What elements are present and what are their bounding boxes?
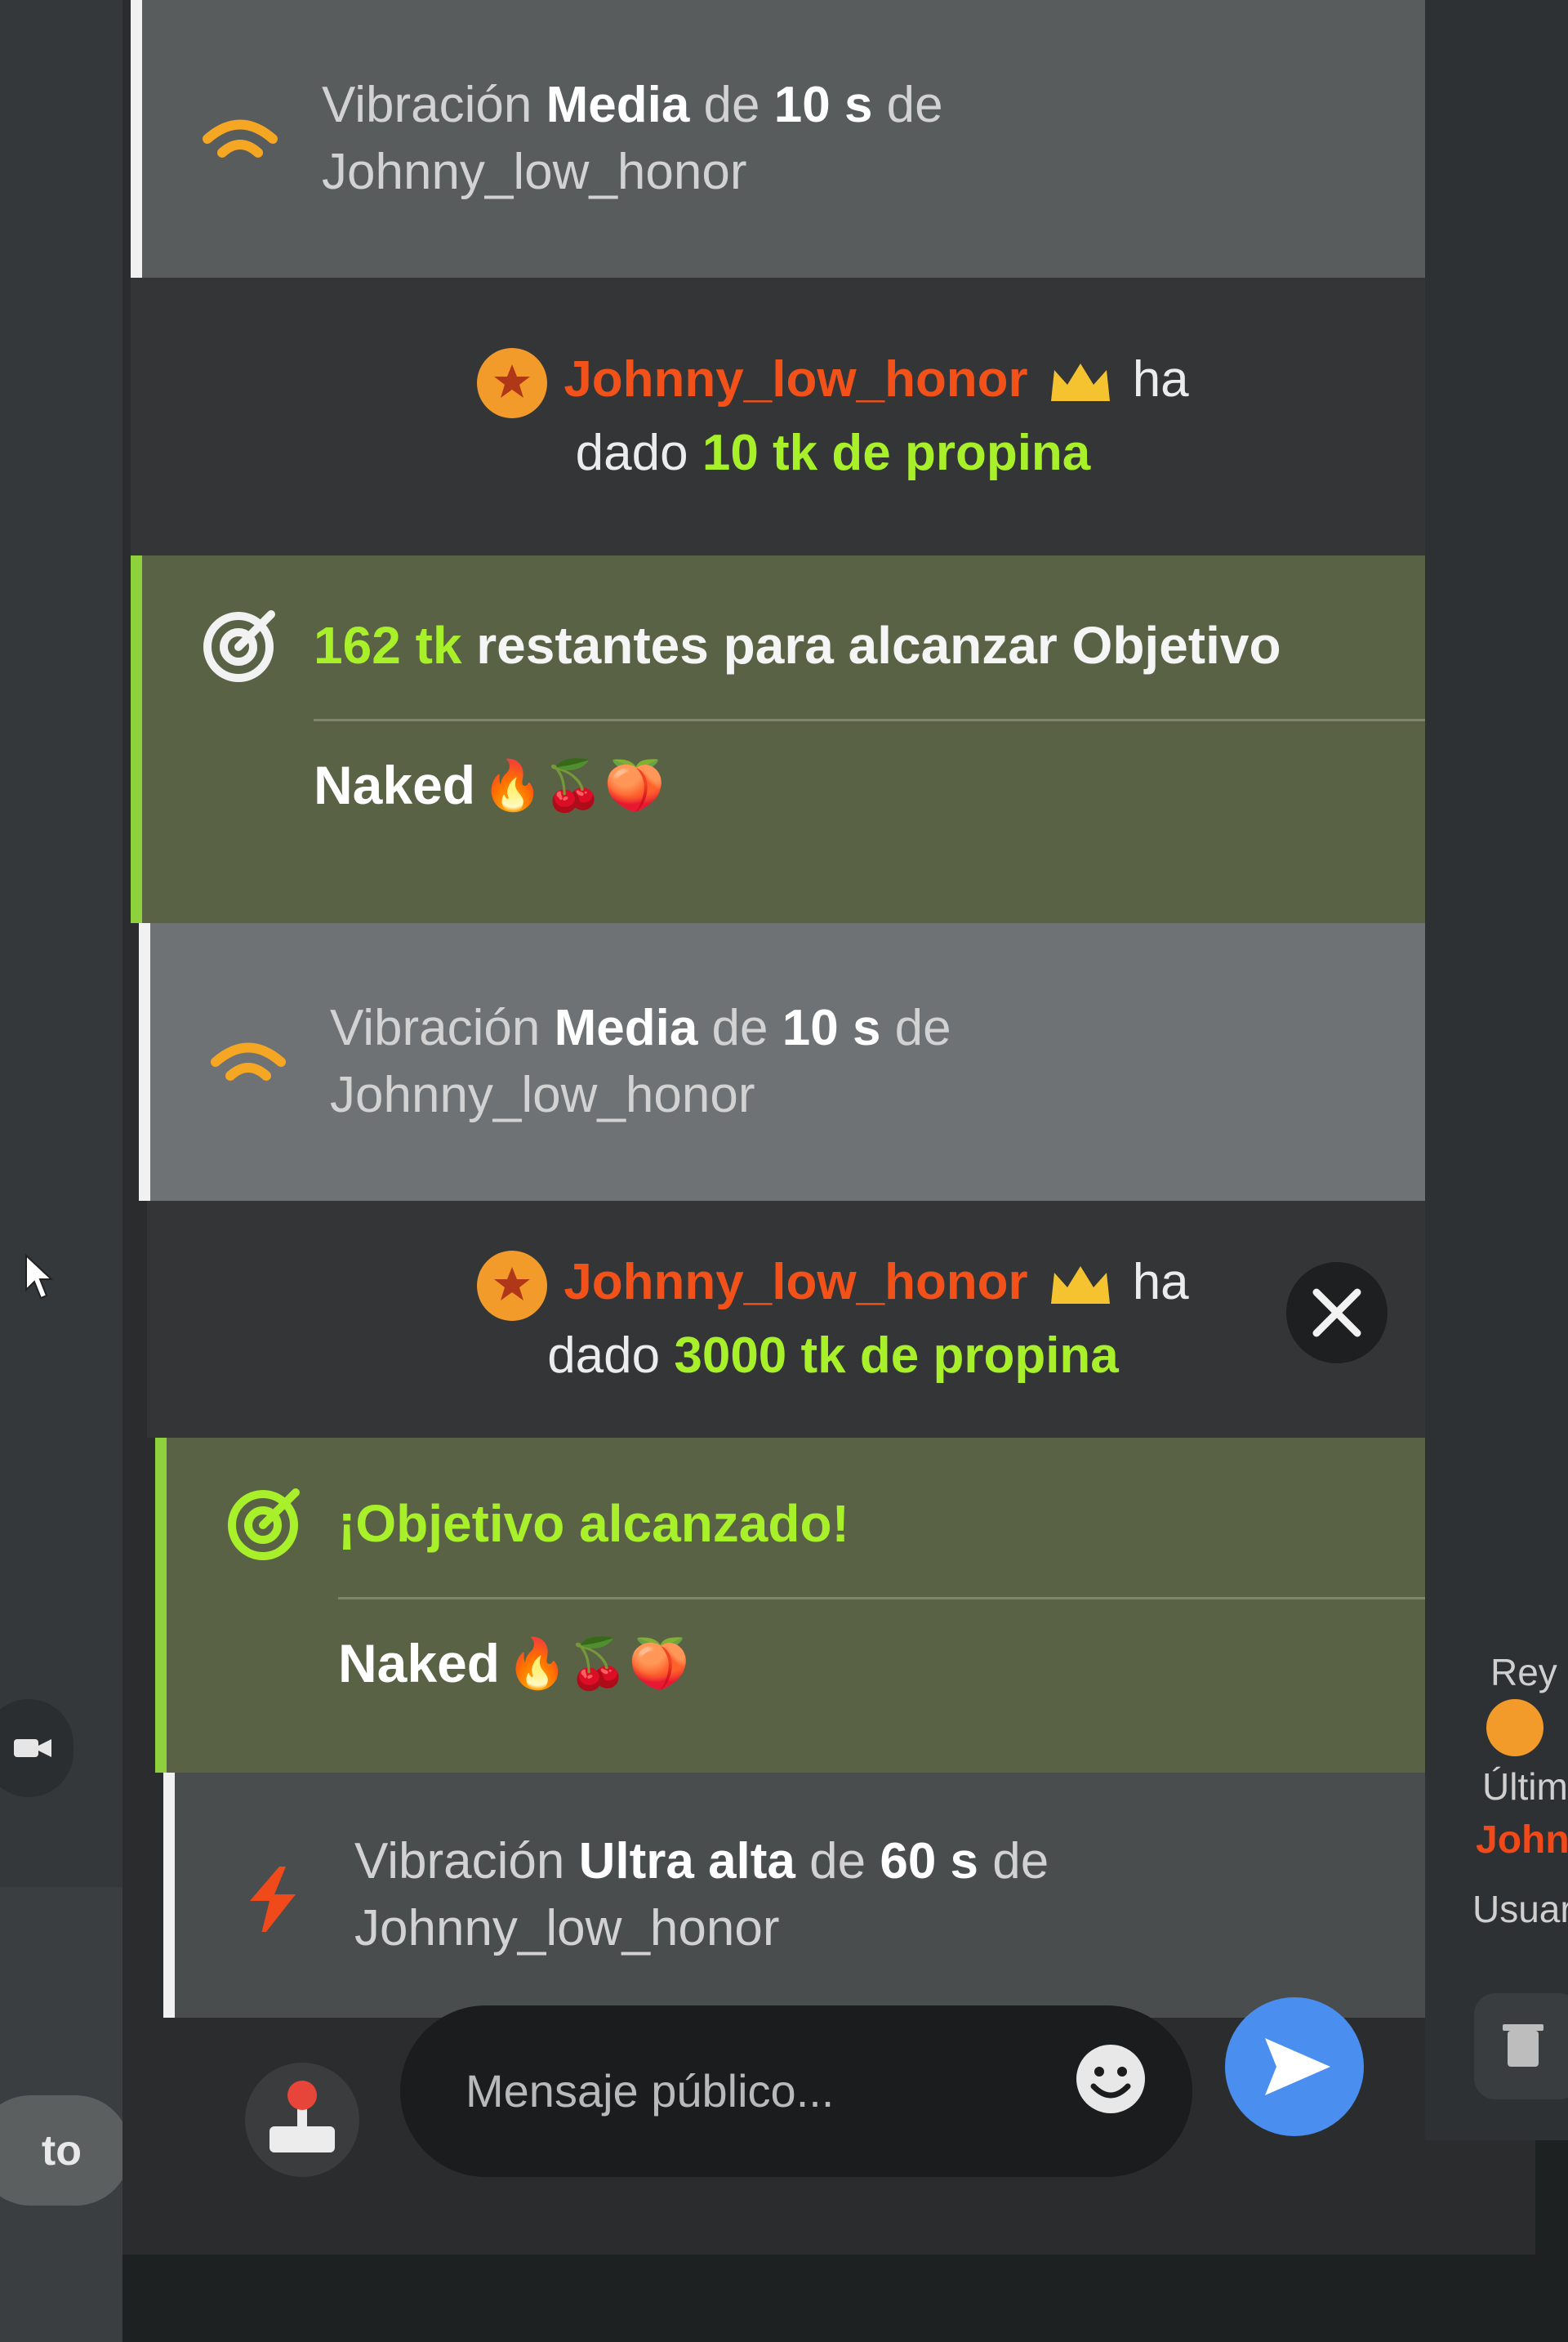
chat-message-vibration: Vibración Media de 10 s de Johnny_low_ho… (131, 0, 1535, 278)
crown-icon (1050, 363, 1110, 401)
video-camera-icon (14, 1739, 51, 1757)
users-label: Usuar (1472, 1888, 1568, 1930)
message-placeholder: Mensaje público... (466, 2065, 835, 2117)
goal-emojis: 🔥🍒🍑 (506, 1635, 690, 1691)
left-video-column (0, 0, 127, 1887)
tip-username[interactable]: Johnny_low_honor (564, 1254, 1027, 1310)
tip-amount: 10 tk de propina (702, 424, 1091, 481)
chat-message-tip: Johnny_low_honor ha dado 10 tk de propina (131, 278, 1535, 555)
vibration-user[interactable]: Johnny_low_honor (330, 1067, 755, 1123)
goal-reached-text: ¡Objetivo alcanzado! (338, 1494, 849, 1553)
crown-icon (1050, 1265, 1110, 1304)
send-button[interactable] (1225, 1997, 1364, 2136)
left-pill-label: to (41, 2126, 82, 2175)
tip-text: Johnny_low_honor ha dado 3000 tk de propi… (477, 1247, 1189, 1391)
chat-message-goal-reached: ¡Objetivo alcanzado! Naked 🔥🍒🍑 (155, 1438, 1511, 1773)
vibration-medium-icon (203, 119, 278, 158)
goal-name: Naked 🔥🍒🍑 (338, 1633, 690, 1693)
goal-emojis: 🔥🍒🍑 (482, 757, 666, 813)
trash-button[interactable] (1474, 1993, 1568, 2099)
vibration-text: Vibración Media de 10 s de Johnny_low_ho… (322, 77, 943, 200)
target-icon (203, 610, 275, 682)
lightning-icon (250, 1867, 296, 1932)
vibration-text: Vibración Ultra alta de 60 s de Johnny_l… (354, 1833, 1049, 1956)
joystick-icon (270, 2081, 335, 2152)
tip-text: Johnny_low_honor ha dado 10 tk de propina (477, 345, 1189, 488)
emoji-icon[interactable] (1074, 2042, 1147, 2116)
close-x-icon (1312, 1288, 1361, 1337)
last-tipper-name[interactable]: John (1476, 1818, 1568, 1862)
target-icon (228, 1488, 300, 1560)
goal-remaining-text: 162 tk restantes para alcanzar Objetivo (314, 616, 1281, 675)
left-pill-button[interactable]: to (0, 2095, 131, 2206)
tip-amount: 3000 tk de propina (674, 1327, 1119, 1384)
mouse-cursor-icon (25, 1254, 54, 1300)
tip-username[interactable]: Johnny_low_honor (564, 351, 1027, 408)
star-badge-icon (1486, 1699, 1544, 1756)
chat-message-goal: 162 tk restantes para alcanzar Objetivo … (131, 555, 1535, 923)
vibration-user[interactable]: Johnny_low_honor (322, 144, 747, 200)
trash-icon (1503, 2024, 1544, 2067)
rey-label: Rey (1490, 1651, 1557, 1693)
vibration-text: Vibración Media de 10 s de Johnny_low_ho… (330, 1000, 951, 1123)
chat-message-vibration: Vibración Ultra alta de 60 s de Johnny_l… (163, 1773, 1503, 2018)
right-sidebar: Rey Últim John Usuar (1425, 0, 1568, 2140)
game-control-button[interactable] (245, 2063, 359, 2177)
vibration-user[interactable]: Johnny_low_honor (354, 1900, 780, 1956)
goal-name: Naked 🔥🍒🍑 (314, 755, 666, 815)
chat-message-vibration: Vibración Media de 10 s de Johnny_low_ho… (139, 923, 1519, 1201)
send-arrow-icon (1265, 2038, 1330, 2095)
star-badge-icon (477, 1250, 548, 1321)
vibration-medium-icon (211, 1042, 286, 1081)
close-button[interactable] (1286, 1262, 1388, 1363)
star-badge-icon (477, 347, 548, 418)
public-message-input[interactable]: Mensaje público... (400, 2005, 1192, 2177)
last-tipper-label: Últim (1482, 1765, 1568, 1808)
